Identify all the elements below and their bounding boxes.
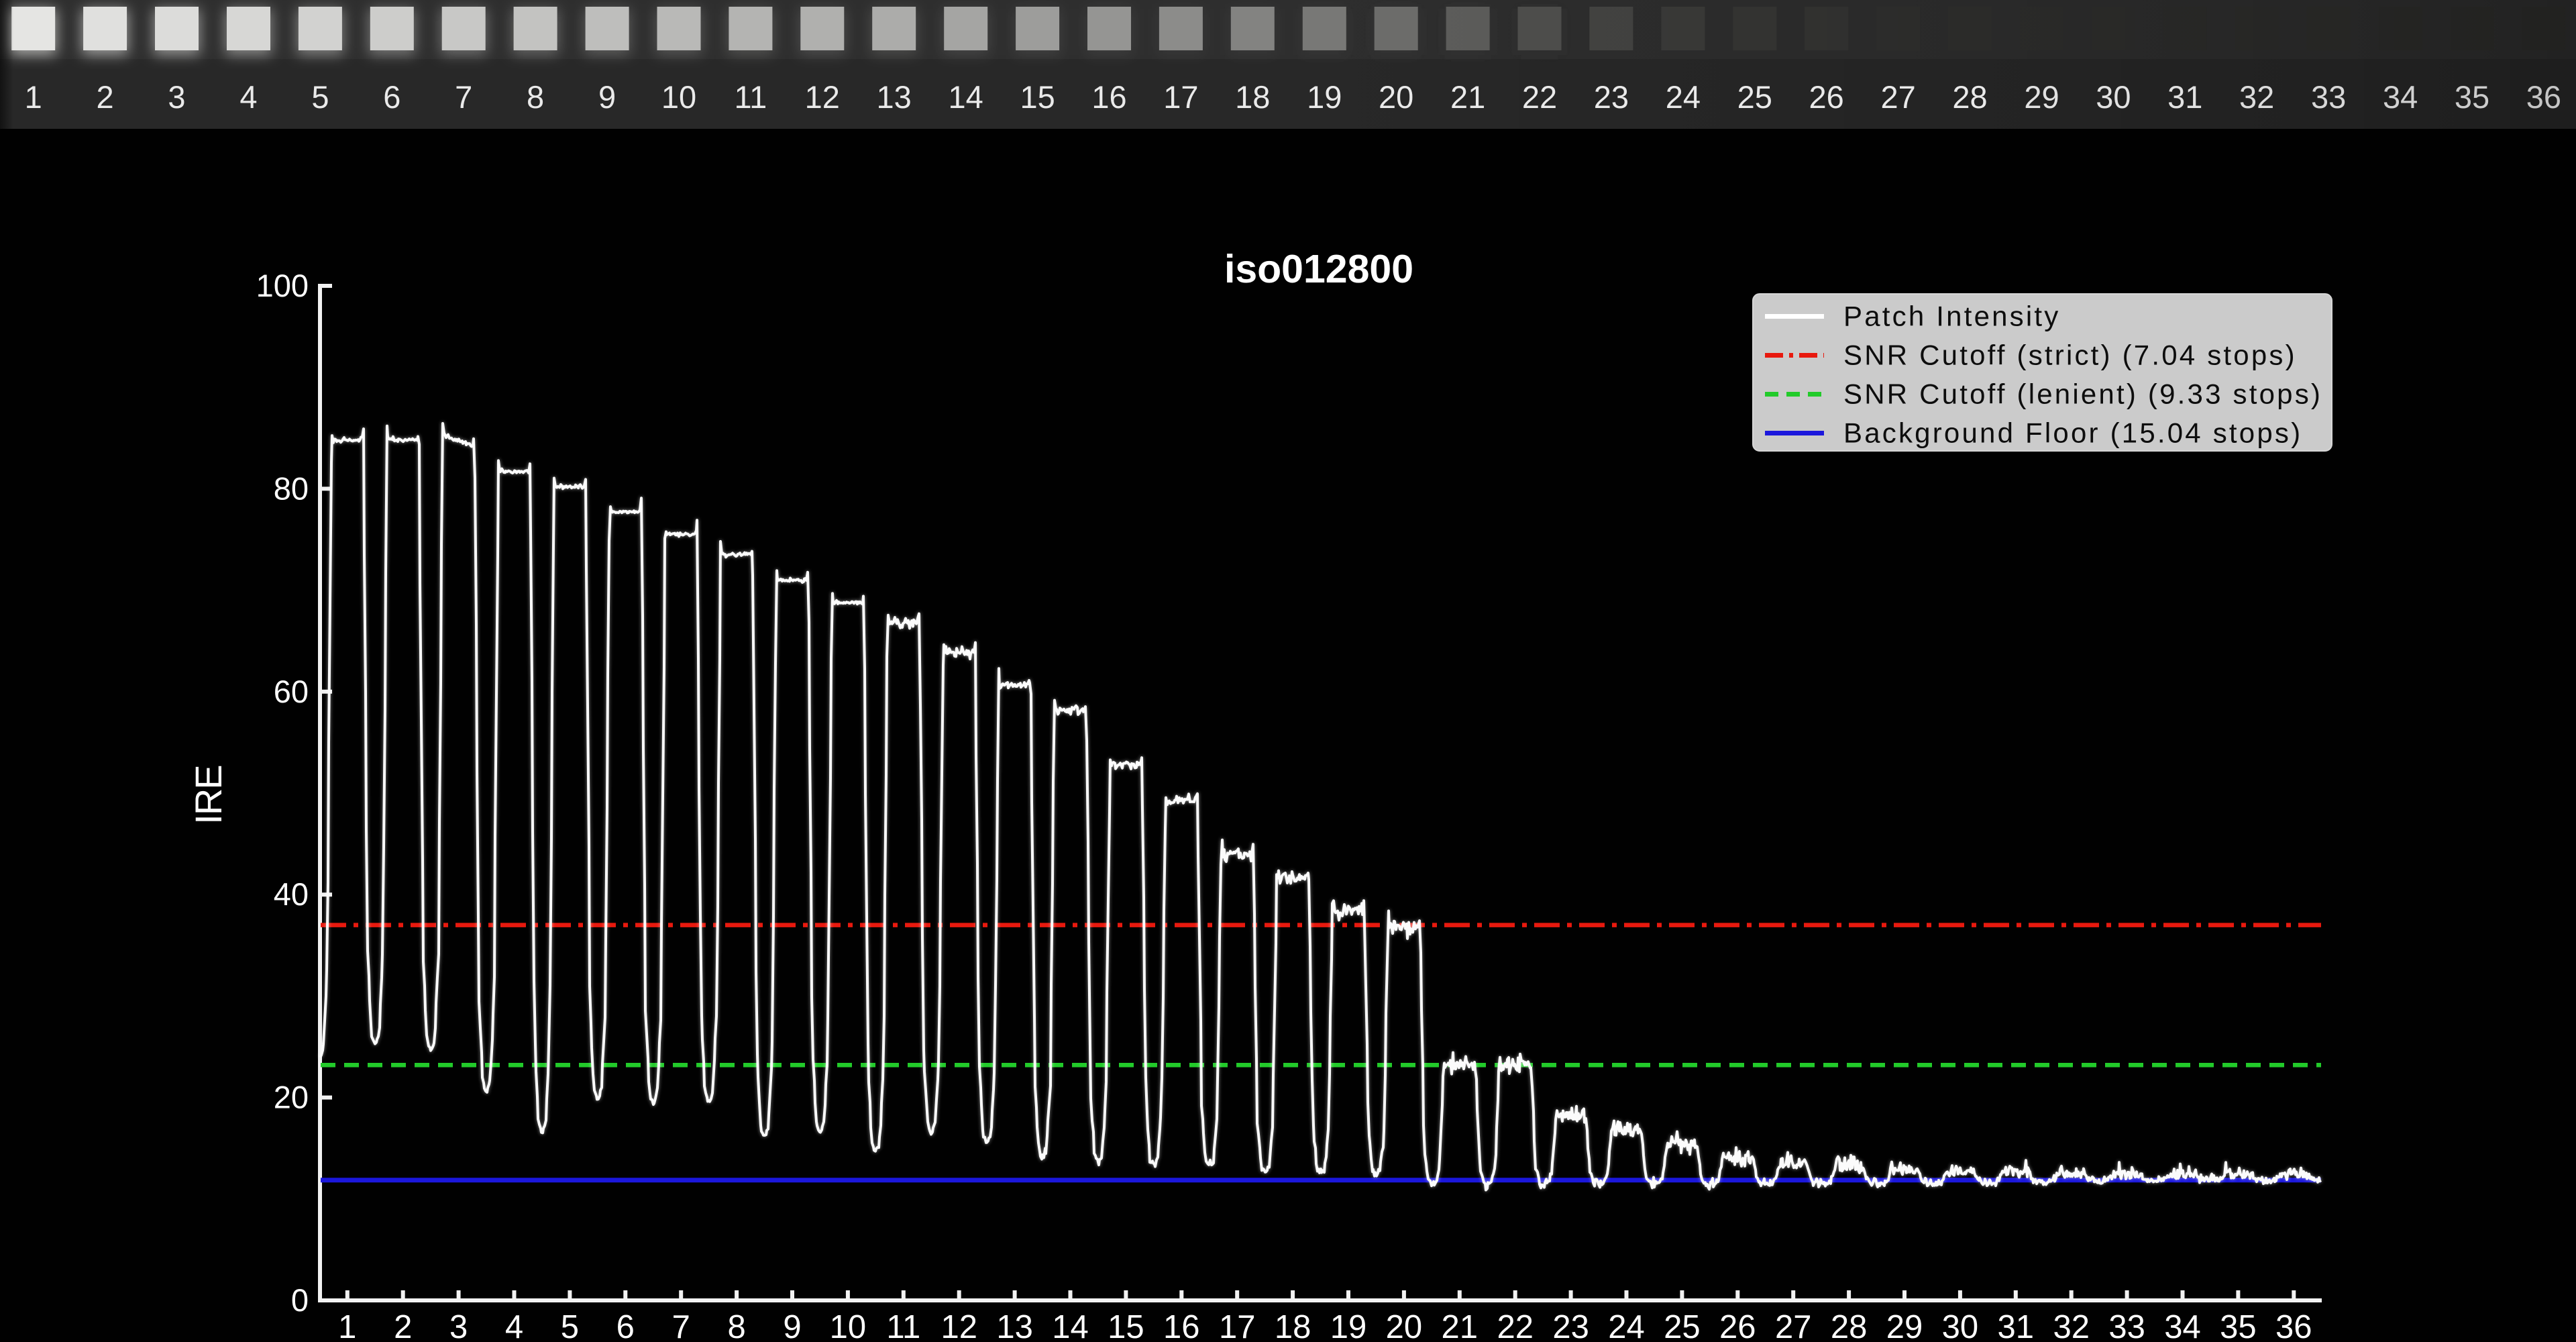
svg-text:SNR Cutoff (strict) (7.04 stop: SNR Cutoff (strict) (7.04 stops) (1843, 340, 2297, 371)
svg-text:Patch Intensity: Patch Intensity (1843, 301, 2060, 332)
svg-text:6: 6 (383, 79, 400, 115)
svg-text:9: 9 (598, 79, 616, 115)
svg-text:36: 36 (2526, 79, 2561, 115)
svg-text:16: 16 (1091, 79, 1126, 115)
svg-text:100: 100 (256, 268, 309, 303)
svg-text:11: 11 (886, 1309, 920, 1342)
svg-text:9: 9 (783, 1309, 801, 1342)
svg-text:8: 8 (727, 1309, 745, 1342)
svg-text:25: 25 (1737, 79, 1772, 115)
svg-text:17: 17 (1219, 1309, 1256, 1342)
svg-text:23: 23 (1594, 79, 1629, 115)
svg-text:29: 29 (2024, 79, 2059, 115)
svg-text:4: 4 (505, 1309, 523, 1342)
svg-text:SNR Cutoff (lenient) (9.33 sto: SNR Cutoff (lenient) (9.33 stops) (1843, 378, 2322, 410)
svg-text:0: 0 (291, 1282, 309, 1318)
svg-text:32: 32 (2053, 1309, 2090, 1342)
svg-text:IRE: IRE (187, 766, 229, 824)
svg-text:15: 15 (1020, 79, 1055, 115)
svg-text:2: 2 (97, 79, 114, 115)
svg-text:22: 22 (1497, 1309, 1534, 1342)
svg-text:20: 20 (1386, 1309, 1423, 1342)
svg-text:24: 24 (1666, 79, 1701, 115)
svg-text:2: 2 (394, 1309, 412, 1342)
svg-text:13: 13 (996, 1309, 1033, 1342)
svg-text:14: 14 (1052, 1309, 1089, 1342)
svg-text:3: 3 (168, 79, 185, 115)
svg-text:22: 22 (1522, 79, 1557, 115)
svg-text:80: 80 (274, 470, 309, 506)
svg-text:11: 11 (735, 79, 767, 115)
svg-text:30: 30 (1942, 1309, 1979, 1342)
svg-text:20: 20 (1379, 79, 1413, 115)
svg-text:7: 7 (672, 1309, 690, 1342)
svg-text:35: 35 (2220, 1309, 2257, 1342)
svg-text:23: 23 (1552, 1309, 1589, 1342)
svg-text:25: 25 (1664, 1309, 1701, 1342)
svg-text:26: 26 (1719, 1309, 1756, 1342)
svg-text:28: 28 (1831, 1309, 1868, 1342)
svg-text:28: 28 (1952, 79, 1987, 115)
svg-text:12: 12 (941, 1309, 977, 1342)
svg-text:4: 4 (239, 79, 257, 115)
svg-text:14: 14 (949, 79, 983, 115)
svg-text:29: 29 (1886, 1309, 1923, 1342)
svg-text:30: 30 (2096, 79, 2131, 115)
svg-text:60: 60 (274, 674, 309, 709)
svg-text:24: 24 (1608, 1309, 1645, 1342)
svg-text:5: 5 (561, 1309, 579, 1342)
svg-text:1: 1 (25, 79, 42, 115)
svg-text:10: 10 (661, 79, 696, 115)
svg-text:40: 40 (274, 876, 309, 912)
svg-text:31: 31 (2167, 79, 2202, 115)
svg-text:1: 1 (338, 1309, 356, 1342)
svg-text:7: 7 (455, 79, 472, 115)
svg-text:26: 26 (1809, 79, 1844, 115)
svg-text:8: 8 (527, 79, 544, 115)
svg-text:18: 18 (1235, 79, 1270, 115)
svg-text:33: 33 (2108, 1309, 2145, 1342)
svg-text:35: 35 (2455, 79, 2489, 115)
svg-text:36: 36 (2275, 1309, 2312, 1342)
svg-text:27: 27 (1880, 79, 1915, 115)
svg-text:16: 16 (1163, 1309, 1200, 1342)
svg-text:31: 31 (1998, 1309, 2035, 1342)
svg-text:15: 15 (1108, 1309, 1144, 1342)
svg-text:34: 34 (2164, 1309, 2201, 1342)
svg-text:iso012800: iso012800 (1224, 247, 1413, 291)
svg-text:6: 6 (616, 1309, 635, 1342)
svg-text:12: 12 (805, 79, 840, 115)
svg-text:3: 3 (449, 1309, 468, 1342)
svg-text:Background Floor (15.04 stops): Background Floor (15.04 stops) (1843, 417, 2302, 449)
svg-text:19: 19 (1307, 79, 1342, 115)
svg-text:27: 27 (1775, 1309, 1812, 1342)
svg-text:34: 34 (2383, 79, 2418, 115)
svg-text:13: 13 (877, 79, 912, 115)
svg-text:19: 19 (1330, 1309, 1367, 1342)
svg-text:10: 10 (830, 1309, 867, 1342)
svg-text:17: 17 (1163, 79, 1198, 115)
svg-text:5: 5 (311, 79, 329, 115)
svg-text:32: 32 (2239, 79, 2274, 115)
svg-text:20: 20 (274, 1080, 309, 1115)
svg-text:21: 21 (1450, 79, 1485, 115)
svg-text:33: 33 (2311, 79, 2346, 115)
svg-text:18: 18 (1275, 1309, 1311, 1342)
svg-text:21: 21 (1442, 1309, 1479, 1342)
